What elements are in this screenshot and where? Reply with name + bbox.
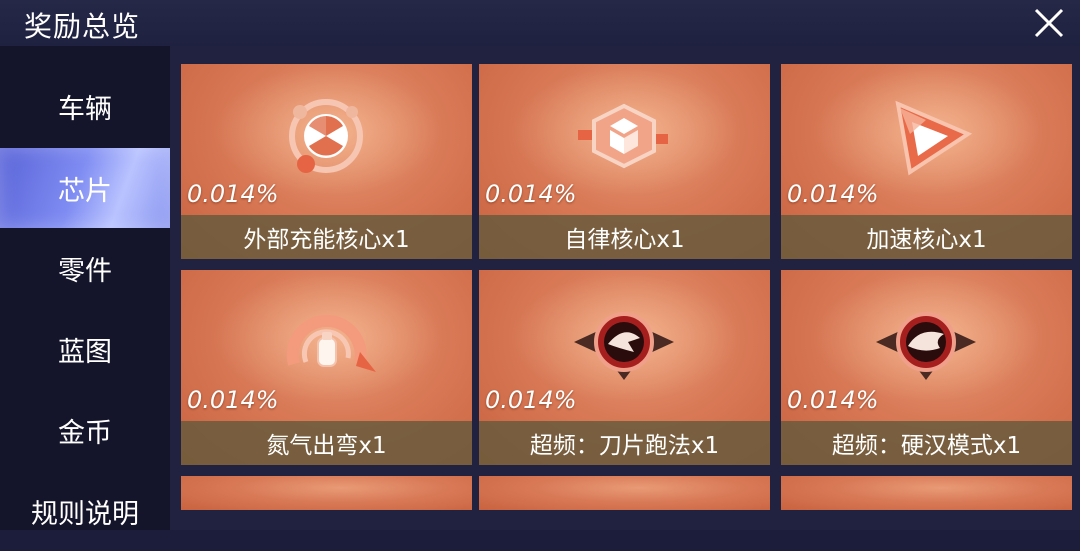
reward-name: 外部充能核心x1 [181, 215, 472, 259]
reward-grid: 0.014% 外部充能核心x1 0.014% 自律核心x1 0.014% 加速核… [170, 46, 1080, 530]
sidebar-item-label: 芯片 [58, 175, 112, 207]
page-title: 奖励总览 [24, 10, 141, 43]
probability-label: 0.014% [787, 386, 879, 414]
reward-name: 加速核心x1 [781, 215, 1072, 259]
reward-name: 氮气出弯x1 [181, 421, 472, 465]
header-bar: 奖励总览 [0, 0, 1080, 46]
blade-overclock-icon [574, 312, 674, 380]
sidebar-item-label: 零件 [58, 255, 112, 287]
reward-card[interactable]: 0.014% 外部充能核心x1 [181, 64, 472, 259]
sidebar-item-rules[interactable]: 规则说明 [0, 471, 170, 551]
reward-name: 超频：刀片跑法x1 [479, 421, 770, 465]
reward-card[interactable]: 0.014% 超频：硬汉模式x1 [781, 270, 1072, 465]
hexagon-core-icon [578, 103, 668, 169]
reward-card[interactable]: 0.014% 加速核心x1 [781, 64, 1072, 259]
sidebar-item-chips[interactable]: 芯片 [0, 148, 170, 228]
radiation-core-icon [289, 99, 363, 173]
close-icon[interactable] [1032, 6, 1066, 40]
tough-overclock-icon [876, 312, 976, 380]
sidebar-item-coins[interactable]: 金币 [0, 390, 170, 470]
reward-card[interactable]: 0.014% 氮气出弯x1 [181, 270, 472, 465]
reward-card[interactable] [781, 476, 1072, 510]
sidebar-item-blueprints[interactable]: 蓝图 [0, 309, 170, 389]
reward-card[interactable] [479, 476, 770, 510]
sidebar-item-label: 蓝图 [58, 336, 112, 368]
probability-label: 0.014% [485, 386, 577, 414]
reward-name: 自律核心x1 [479, 215, 770, 259]
probability-label: 0.014% [187, 386, 279, 414]
nitro-curve-icon [286, 314, 376, 372]
sidebar-item-label: 金币 [58, 417, 112, 449]
sidebar-item-label: 规则说明 [31, 498, 139, 530]
reward-name: 超频：硬汉模式x1 [781, 421, 1072, 465]
category-sidebar: 车辆 芯片 零件 蓝图 金币 规则说明 [0, 46, 170, 530]
sidebar-item-parts[interactable]: 零件 [0, 228, 170, 308]
probability-label: 0.014% [485, 180, 577, 208]
reward-card[interactable]: 0.014% 超频：刀片跑法x1 [479, 270, 770, 465]
probability-label: 0.014% [787, 180, 879, 208]
sidebar-item-vehicles[interactable]: 车辆 [0, 66, 170, 146]
triangle-boost-icon [895, 100, 973, 176]
reward-card[interactable]: 0.014% 自律核心x1 [479, 64, 770, 259]
probability-label: 0.014% [187, 180, 279, 208]
reward-card[interactable] [181, 476, 472, 510]
sidebar-item-label: 车辆 [58, 93, 112, 125]
